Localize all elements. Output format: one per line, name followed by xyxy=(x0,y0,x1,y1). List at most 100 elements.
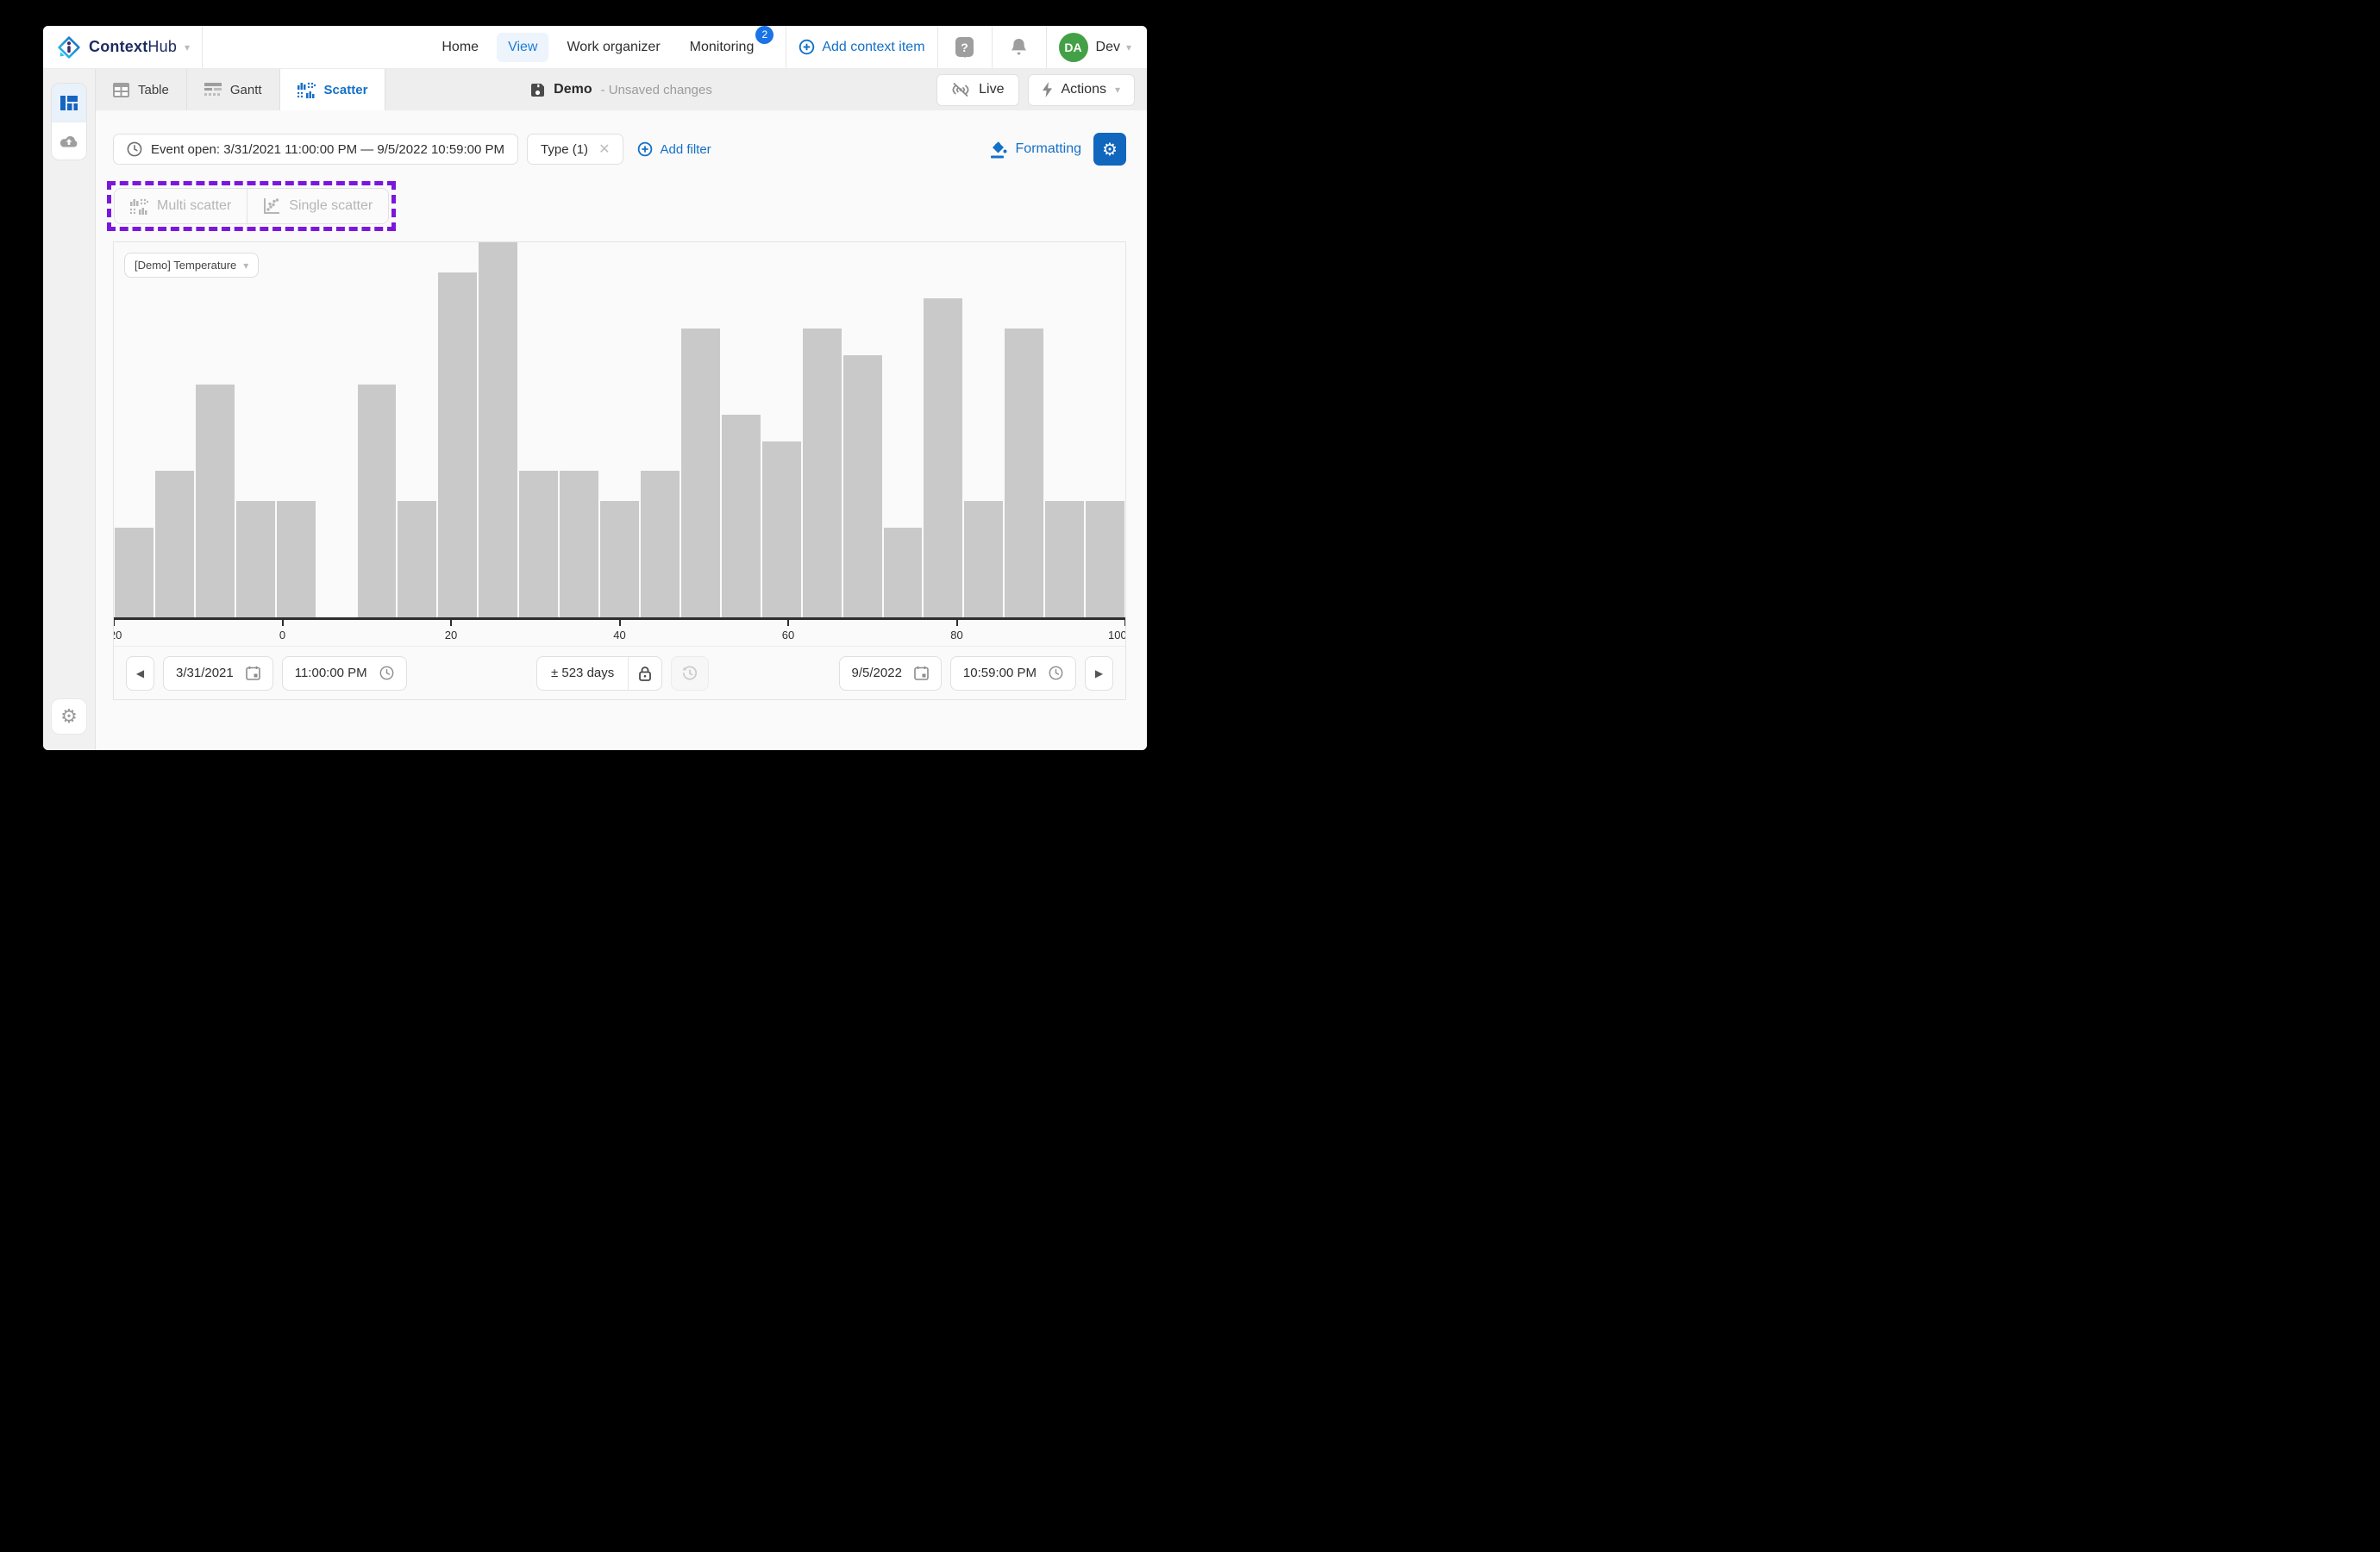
live-off-icon xyxy=(951,81,970,98)
histogram-bar xyxy=(277,501,316,617)
nav-item-monitoring[interactable]: Monitoring 2 xyxy=(679,33,766,62)
tab-table[interactable]: Table xyxy=(96,69,187,110)
tab-scatter[interactable]: Scatter xyxy=(280,69,386,110)
add-context-item-button[interactable]: Add context item xyxy=(799,39,924,55)
chart-settings-button[interactable]: ⚙ xyxy=(1093,133,1126,166)
formatting-button[interactable]: Formatting xyxy=(990,141,1081,159)
histogram-bar xyxy=(924,298,962,617)
event-open-filter-pill[interactable]: Event open: 3/31/2021 11:00:00 PM — 9/5/… xyxy=(113,134,518,165)
view-tabs: Table Gantt Scatter xyxy=(96,69,1147,110)
histogram-bar xyxy=(803,329,842,617)
history-icon xyxy=(682,666,698,681)
view-body: Event open: 3/31/2021 11:00:00 PM — 9/5/… xyxy=(96,110,1147,750)
range-pill[interactable]: ± 523 days xyxy=(536,656,662,691)
single-scatter-icon xyxy=(263,198,280,215)
histogram-bar xyxy=(438,272,477,617)
gear-icon: ⚙ xyxy=(60,705,78,728)
gantt-icon xyxy=(204,83,222,97)
prev-range-button[interactable]: ◀ xyxy=(126,656,154,691)
scatter-mode-group: Multi scatter Single scatter xyxy=(114,188,389,224)
histogram-plot: [Demo] Temperature ▾ xyxy=(114,242,1125,617)
screenshot-frame: ContextHub ▾ Home View Work organizer Mo… xyxy=(0,0,1190,776)
app-window: ContextHub ▾ Home View Work organizer Mo… xyxy=(43,26,1147,750)
x-axis-tick xyxy=(114,620,115,626)
help-button[interactable]: ? xyxy=(950,37,980,57)
histogram-bar xyxy=(1086,501,1124,617)
actions-button[interactable]: Actions ▾ xyxy=(1028,74,1136,106)
nav-item-work-organizer[interactable]: Work organizer xyxy=(555,33,671,62)
histogram-bar xyxy=(398,501,436,617)
histogram-bar xyxy=(196,385,235,617)
add-filter-button[interactable]: Add filter xyxy=(637,141,711,157)
settings-button[interactable]: ⚙ xyxy=(51,698,87,735)
avatar[interactable]: DA xyxy=(1059,33,1088,62)
end-date-button[interactable]: 9/5/2022 xyxy=(839,656,942,691)
main-area: ⚙ Table Gantt xyxy=(43,69,1147,750)
divider xyxy=(992,27,993,68)
help-icon: ? xyxy=(955,37,974,57)
lightning-icon xyxy=(1043,82,1053,97)
x-axis-tick-label: 80 xyxy=(950,629,962,641)
table-icon xyxy=(113,83,129,97)
multi-scatter-button[interactable]: Multi scatter xyxy=(115,189,247,223)
histogram-bars xyxy=(114,242,1125,617)
user-name[interactable]: Dev xyxy=(1096,40,1120,55)
clock-icon xyxy=(1049,666,1063,680)
primary-nav: Home View Work organizer Monitoring 2 xyxy=(430,33,774,62)
dashboard-view-button[interactable] xyxy=(52,84,86,122)
histogram-bar xyxy=(964,501,1003,617)
series-selector[interactable]: [Demo] Temperature ▾ xyxy=(124,253,259,278)
brand-chevron-down-icon[interactable]: ▾ xyxy=(185,42,190,53)
series-chevron-down-icon: ▾ xyxy=(243,260,248,271)
next-range-button[interactable]: ▶ xyxy=(1085,656,1113,691)
end-time-value: 10:59:00 PM xyxy=(963,666,1037,680)
histogram-bar xyxy=(641,471,680,617)
dashboard-layout-icon xyxy=(60,96,78,110)
sidebar-view-switcher xyxy=(51,83,87,160)
live-toggle-button[interactable]: Live xyxy=(936,74,1018,106)
single-scatter-button[interactable]: Single scatter xyxy=(247,189,388,223)
start-time-button[interactable]: 11:00:00 PM xyxy=(282,656,407,691)
chevron-right-icon: ▶ xyxy=(1095,667,1103,679)
lock-icon xyxy=(638,666,652,681)
x-axis-tick-label: 20 xyxy=(445,629,457,641)
lock-range-button[interactable] xyxy=(628,657,661,690)
publish-view-button[interactable] xyxy=(52,122,86,160)
histogram-bar xyxy=(722,415,761,617)
scatter-mode-highlight-box: Multi scatter Single scatter xyxy=(107,181,396,231)
x-axis-tick xyxy=(450,620,452,626)
actions-chevron-down-icon: ▾ xyxy=(1115,84,1120,95)
histogram-bar xyxy=(681,329,720,617)
histogram-bar xyxy=(843,355,882,618)
histogram-bar xyxy=(479,242,517,617)
x-axis-tick-label: 0 xyxy=(279,629,285,641)
histogram-bar xyxy=(155,471,194,617)
user-chevron-down-icon[interactable]: ▾ xyxy=(1126,42,1131,53)
start-date-button[interactable]: 3/31/2021 xyxy=(163,656,273,691)
gear-icon: ⚙ xyxy=(1102,139,1118,160)
tab-gantt[interactable]: Gantt xyxy=(187,69,280,110)
document-name: Demo xyxy=(554,82,592,97)
divider xyxy=(202,27,203,68)
plus-circle-icon xyxy=(637,141,653,157)
notifications-button[interactable] xyxy=(1005,37,1034,57)
x-axis: -20020406080100 xyxy=(114,617,1125,646)
calendar-icon xyxy=(246,666,260,680)
histogram-bar xyxy=(560,471,598,617)
x-axis-tick-label: 60 xyxy=(782,629,794,641)
reset-time-history-button[interactable] xyxy=(671,656,709,691)
x-axis-tick-label: -20 xyxy=(114,629,122,641)
histogram-bar xyxy=(358,385,397,617)
x-axis-tick xyxy=(956,620,958,626)
bell-icon xyxy=(1010,37,1028,57)
nav-item-home[interactable]: Home xyxy=(430,33,490,62)
type-filter-chip[interactable]: Type (1) ✕ xyxy=(527,134,623,165)
nav-item-view[interactable]: View xyxy=(497,33,548,62)
start-date-value: 3/31/2021 xyxy=(176,666,234,680)
histogram-bar xyxy=(519,471,558,617)
end-time-button[interactable]: 10:59:00 PM xyxy=(950,656,1076,691)
content: Table Gantt Scatter xyxy=(96,69,1147,750)
divider xyxy=(937,27,938,68)
remove-filter-icon[interactable]: ✕ xyxy=(598,141,610,158)
brand[interactable]: ContextHub ▾ xyxy=(57,35,190,59)
